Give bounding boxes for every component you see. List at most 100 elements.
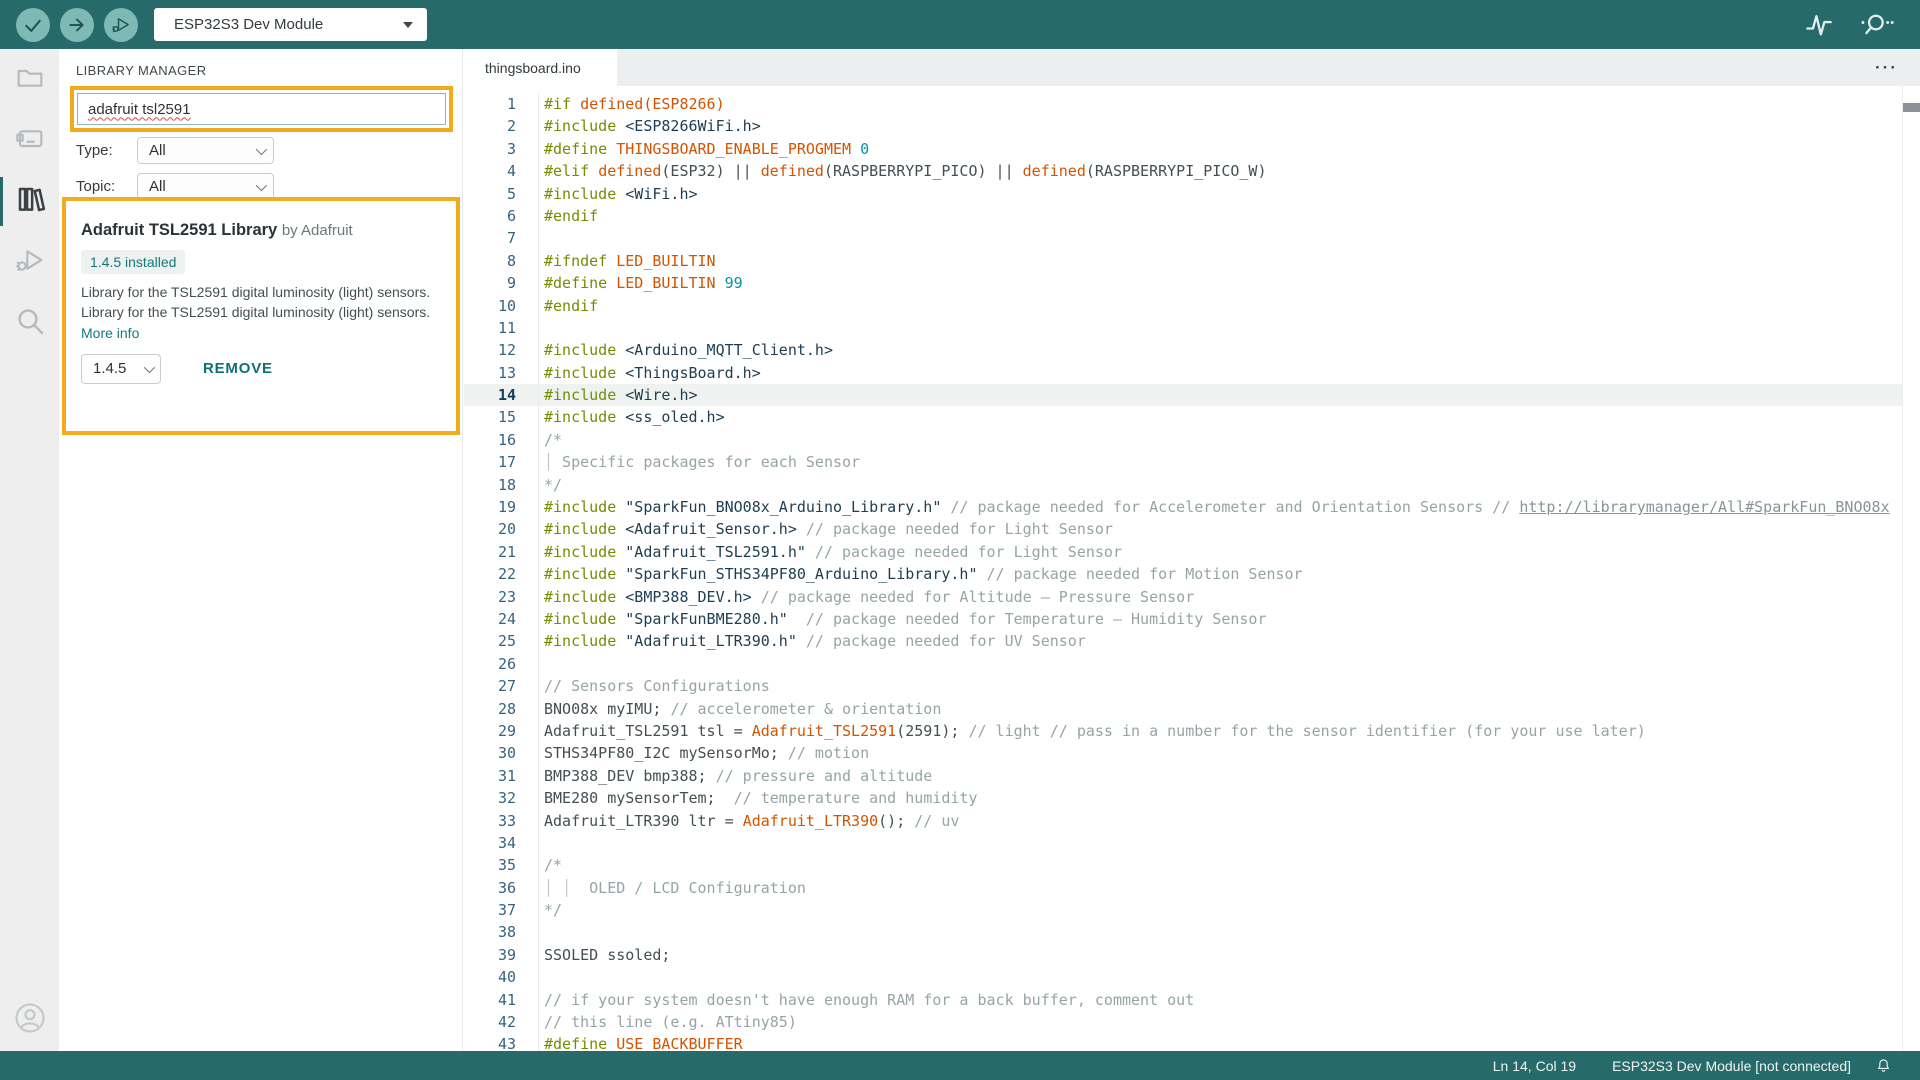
version-select[interactable]: 1.4.5 [81,354,161,384]
tab-label: thingsboard.ino [485,60,581,76]
line-number: 27 [464,675,516,697]
code-line-4[interactable]: 4#elif defined(ESP32) || defined(RASPBER… [464,160,1903,182]
code-line-34[interactable]: 34 [464,832,1903,854]
code-line-6[interactable]: 6#endif [464,205,1903,227]
code-line-27[interactable]: 27// Sensors Configurations [464,675,1903,697]
chevron-down-icon [403,22,413,28]
debug-button[interactable] [104,8,138,42]
cursor-position[interactable]: Ln 14, Col 19 [1493,1058,1576,1074]
code-line-13[interactable]: 13#include <ThingsBoard.h> [464,362,1903,384]
code-line-15[interactable]: 15#include <ss_oled.h> [464,406,1903,428]
code-line-16[interactable]: 16/* [464,429,1903,451]
board-selector[interactable]: ESP32S3 Dev Module [154,8,427,41]
editor-scrollbar[interactable] [1902,86,1920,1051]
line-number: 8 [464,250,516,272]
tab-bar: thingsboard.ino ··· [464,49,1920,86]
code-line-43[interactable]: 43#define USE_BACKBUFFER [464,1033,1903,1051]
code-line-30[interactable]: 30STHS34PF80_I2C mySensorMo; // motion [464,742,1903,764]
line-number: 5 [464,183,516,205]
code-line-8[interactable]: 8#ifndef LED_BUILTIN [464,250,1903,272]
code-line-23[interactable]: 23#include <BMP388_DEV.h> // package nee… [464,586,1903,608]
line-number: 34 [464,832,516,854]
code-line-10[interactable]: 10#endif [464,295,1903,317]
code-line-21[interactable]: 21#include "Adafruit_TSL2591.h" // packa… [464,541,1903,563]
code-line-18[interactable]: 18*/ [464,474,1903,496]
line-number: 32 [464,787,516,809]
line-number: 29 [464,720,516,742]
line-number: 41 [464,989,516,1011]
sidebar-item-sketchbook[interactable] [0,49,59,110]
line-number: 7 [464,227,516,249]
status-bar: Ln 14, Col 19 ESP32S3 Dev Module [not co… [0,1051,1920,1080]
code-line-9[interactable]: 9#define LED_BUILTIN 99 [464,272,1903,294]
code-line-20[interactable]: 20#include <Adafruit_Sensor.h> // packag… [464,518,1903,540]
code-line-14[interactable]: 14#include <Wire.h> [464,384,1903,406]
code-line-1[interactable]: 1#if defined(ESP8266) [464,93,1903,115]
line-number: 16 [464,429,516,451]
notifications-bell-icon[interactable] [1875,1057,1892,1075]
code-lines[interactable]: 1#if defined(ESP8266)2#include <ESP8266W… [464,86,1903,1051]
board-chip-icon [14,122,46,159]
editor: thingsboard.ino ··· 1#if defined(ESP8266… [464,49,1920,1051]
code-line-22[interactable]: 22#include "SparkFun_STHS34PF80_Arduino_… [464,563,1903,585]
panel-title: LIBRARY MANAGER [59,49,462,78]
more-info-link[interactable]: More info [81,325,441,341]
code-line-2[interactable]: 2#include <ESP8266WiFi.h> [464,115,1903,137]
board-connection-status[interactable]: ESP32S3 Dev Module [not connected] [1612,1058,1851,1074]
code-line-40[interactable]: 40 [464,966,1903,988]
code-line-25[interactable]: 25#include "Adafruit_LTR390.h" // packag… [464,630,1903,652]
type-filter-value: All [149,142,166,159]
code-line-38[interactable]: 38 [464,921,1903,943]
topic-filter-select[interactable]: All [137,173,274,200]
code-line-31[interactable]: 31BMP388_DEV bmp388; // pressure and alt… [464,765,1903,787]
type-filter-label: Type: [76,142,137,159]
serial-plotter-icon[interactable] [1804,11,1834,39]
line-number: 19 [464,496,516,518]
more-actions-icon[interactable]: ··· [1875,59,1898,76]
code-line-19[interactable]: 19#include "SparkFun_BNO08x_Arduino_Libr… [464,496,1903,518]
sidebar-item-debug[interactable] [0,232,59,293]
upload-button[interactable] [60,8,94,42]
line-number: 6 [464,205,516,227]
tab-thingsboard-ino[interactable]: thingsboard.ino [464,49,617,86]
account-button[interactable] [0,1000,59,1041]
line-number: 12 [464,339,516,361]
line-number: 3 [464,138,516,160]
code-line-36[interactable]: 36│ │ OLED / LCD Configuration [464,877,1903,899]
code-line-35[interactable]: 35/* [464,854,1903,876]
code-line-26[interactable]: 26 [464,653,1903,675]
activity-bar [0,49,59,1051]
search-input[interactable]: adafruit tsl2591 [77,93,446,125]
code-line-37[interactable]: 37*/ [464,899,1903,921]
code-line-11[interactable]: 11 [464,317,1903,339]
line-number: 9 [464,272,516,294]
remove-button[interactable]: REMOVE [203,360,273,377]
line-number: 30 [464,742,516,764]
code-line-3[interactable]: 3#define THINGSBOARD_ENABLE_PROGMEM 0 [464,138,1903,160]
topic-filter-value: All [149,178,166,195]
board-selector-value: ESP32S3 Dev Module [174,16,323,33]
scrollbar-thumb[interactable] [1903,103,1920,112]
library-books-icon [14,183,46,220]
sidebar-item-library-manager[interactable] [0,171,59,232]
serial-monitor-icon[interactable] [1860,11,1894,39]
code-line-7[interactable]: 7 [464,227,1903,249]
verify-button[interactable] [16,8,50,42]
code-line-28[interactable]: 28BNO08x myIMU; // accelerometer & orien… [464,698,1903,720]
sidebar-item-boards-manager[interactable] [0,110,59,171]
code-line-24[interactable]: 24#include "SparkFunBME280.h" // package… [464,608,1903,630]
code-line-29[interactable]: 29Adafruit_TSL2591 tsl = Adafruit_TSL259… [464,720,1903,742]
installed-badge: 1.4.5 installed [81,250,185,274]
code-line-5[interactable]: 5#include <WiFi.h> [464,183,1903,205]
code-line-39[interactable]: 39SSOLED ssoled; [464,944,1903,966]
code-line-41[interactable]: 41// if your system doesn't have enough … [464,989,1903,1011]
code-line-32[interactable]: 32BME280 mySensorTem; // temperature and… [464,787,1903,809]
code-line-12[interactable]: 12#include <Arduino_MQTT_Client.h> [464,339,1903,361]
type-filter-select[interactable]: All [137,137,274,164]
line-number: 37 [464,899,516,921]
code-line-17[interactable]: 17│ Specific packages for each Sensor [464,451,1903,473]
toolbar: ESP32S3 Dev Module [0,0,1920,49]
code-line-42[interactable]: 42// this line (e.g. ATtiny85) [464,1011,1903,1033]
sidebar-item-search[interactable] [0,293,59,354]
code-line-33[interactable]: 33Adafruit_LTR390 ltr = Adafruit_LTR390(… [464,810,1903,832]
